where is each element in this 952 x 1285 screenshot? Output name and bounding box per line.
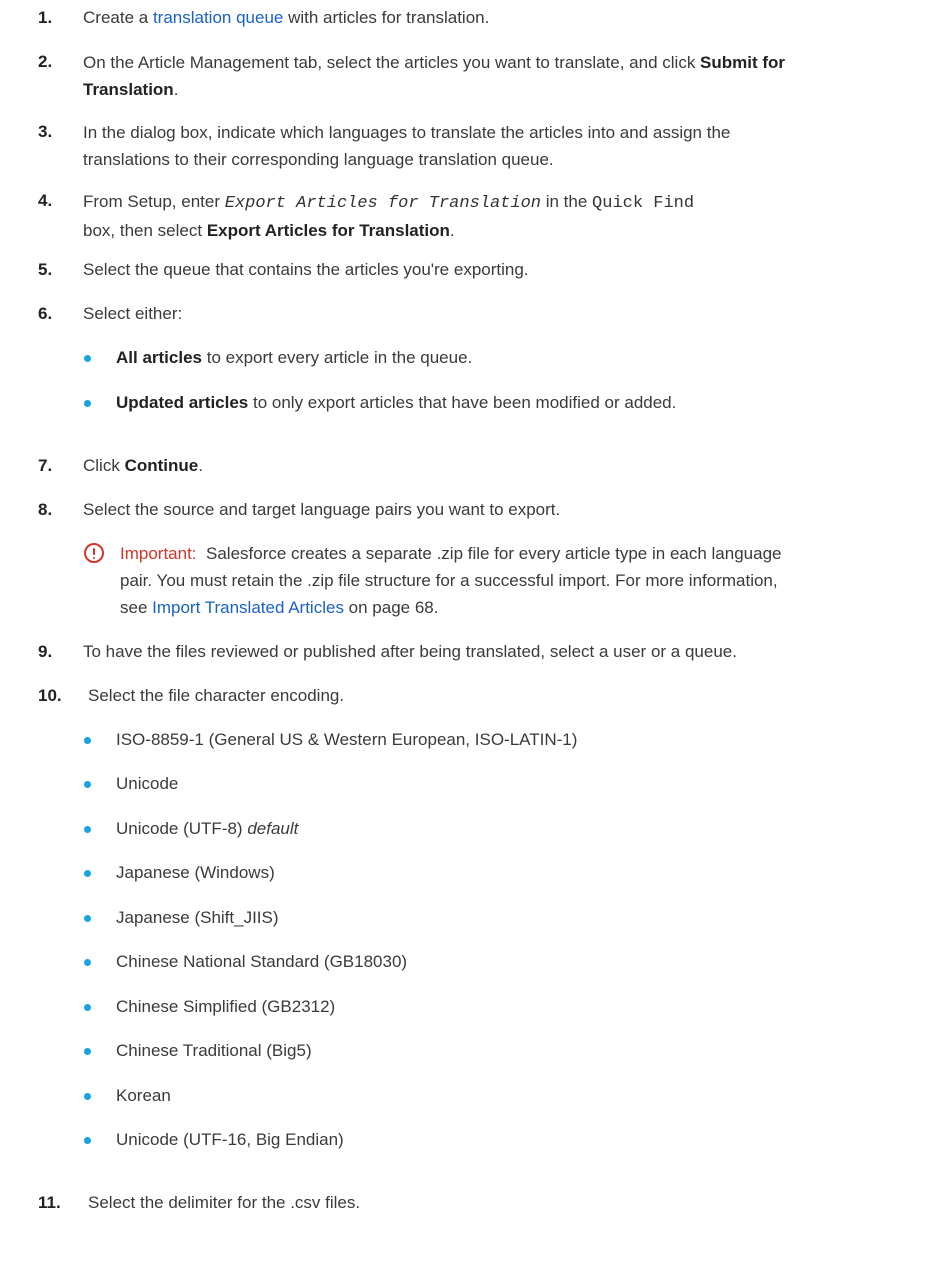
step-text: Select the queue that contains the artic… <box>83 260 529 279</box>
code-export-articles: Export Articles for Translation <box>224 194 541 213</box>
step-number: 8. <box>38 500 53 519</box>
step-number: 4. <box>38 191 53 210</box>
step-number: 6. <box>38 304 53 323</box>
step-text: To have the files reviewed or published … <box>83 642 737 661</box>
translation-queue-link[interactable]: translation queue <box>153 8 283 27</box>
step-text: Create a translation queue with articles… <box>83 8 490 27</box>
bullet-icon <box>84 781 91 788</box>
step-text: On the Article Management tab, select th… <box>83 53 786 99</box>
bullet-icon <box>84 1004 91 1011</box>
bullet-icon <box>84 959 91 966</box>
step-number: 1. <box>38 8 53 27</box>
bullet-icon <box>84 737 91 744</box>
step-number: 7. <box>38 456 53 475</box>
step-text: From Setup, enter Export Articles for Tr… <box>83 192 695 240</box>
document-page: 1. Create a translation queue with artic… <box>0 0 952 1285</box>
step-number: 9. <box>38 642 53 661</box>
step-number: 10. <box>38 686 62 705</box>
step-number: 11. <box>38 1193 61 1212</box>
bullet-icon <box>84 355 91 362</box>
step-text: Select the delimiter for the .csv files. <box>88 1193 361 1212</box>
bullet-icon <box>84 1093 91 1100</box>
bullet-icon <box>84 826 91 833</box>
bullet-icon <box>84 400 91 407</box>
note-label: Important: <box>120 544 197 563</box>
bullet-icon <box>84 1137 91 1144</box>
step-number: 3. <box>38 122 53 141</box>
step-text: Select either: <box>83 304 183 323</box>
code-quick-find: Quick Find <box>592 194 695 213</box>
step-number: 5. <box>38 260 53 279</box>
import-translated-articles-link[interactable]: Import Translated Articles <box>152 598 344 617</box>
step-text: Select the file character encoding. <box>88 686 345 705</box>
step-text: Select the source and target language pa… <box>83 500 561 519</box>
bullet-icon <box>84 1048 91 1055</box>
step-text: In the dialog box, indicate which langua… <box>83 123 731 169</box>
step-number: 2. <box>38 52 53 71</box>
bullet-icon <box>84 870 91 877</box>
bullet-icon <box>84 915 91 922</box>
important-icon <box>84 543 104 563</box>
step-text: Click Continue. <box>83 456 203 475</box>
